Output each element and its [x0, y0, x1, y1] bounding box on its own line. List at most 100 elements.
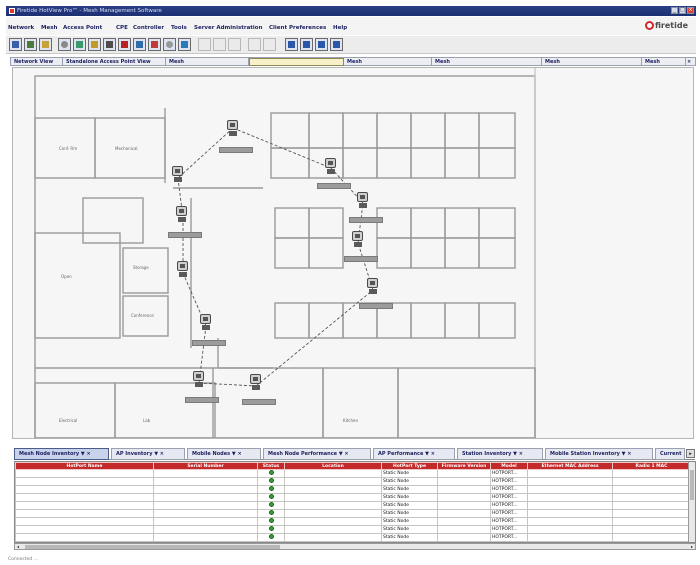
mesh-node[interactable]: [242, 374, 276, 405]
access-point-icon: [357, 192, 368, 202]
list-icon[interactable]: [263, 38, 276, 51]
status-ok-icon: [269, 470, 274, 475]
table-row[interactable]: Static Node HOTPORT...: [15, 477, 691, 486]
stop-icon[interactable]: [148, 38, 161, 51]
mesh-node[interactable]: [172, 166, 184, 182]
table-row[interactable]: Static Node HOTPORT...: [15, 525, 691, 534]
table-row[interactable]: Static Node HOTPORT...: [15, 533, 691, 542]
horizontal-scrollbar[interactable]: ◂ ▸: [14, 543, 696, 550]
menu-controller[interactable]: Controller: [133, 25, 164, 31]
grid-icon[interactable]: [9, 38, 22, 51]
table-row[interactable]: Static Node HOTPORT...: [15, 493, 691, 502]
tab-ap-inventory[interactable]: AP Inventory ▼ ×: [111, 448, 185, 460]
layout-icon[interactable]: [39, 38, 52, 51]
menu-mesh[interactable]: Mesh: [41, 25, 57, 31]
app-icon: [9, 8, 15, 14]
zoom-out-icon[interactable]: [300, 38, 313, 51]
tab-mesh-1[interactable]: Mesh: [166, 58, 249, 66]
tab-mesh-3[interactable]: Mesh: [344, 58, 432, 66]
tab-scroll-right-icon[interactable]: ▸: [686, 449, 695, 458]
scrollbar-thumb[interactable]: [25, 545, 280, 549]
menu-tools[interactable]: Tools: [171, 25, 187, 31]
column-header[interactable]: Serial Number: [153, 462, 258, 470]
ap-icon[interactable]: [103, 38, 116, 51]
table-icon[interactable]: [213, 38, 226, 51]
access-point-icon: [193, 371, 204, 381]
node-icon[interactable]: [88, 38, 101, 51]
tab-station-inventory[interactable]: Station Inventory ▼ ×: [457, 448, 543, 460]
mesh-node[interactable]: [185, 371, 219, 403]
window-title: Firetide HotView Pro™ - Mesh Management …: [17, 8, 162, 14]
maximize-icon[interactable]: □: [679, 7, 686, 14]
menu-cpe[interactable]: CPE: [116, 25, 128, 31]
tree-icon[interactable]: [24, 38, 37, 51]
tab-network-view[interactable]: Network View: [11, 58, 63, 66]
table-row[interactable]: Static Node HOTPORT...: [15, 509, 691, 518]
menu-client-preferences[interactable]: Client Preferences: [269, 25, 326, 31]
mesh-node[interactable]: [177, 261, 189, 277]
column-header[interactable]: Status: [257, 462, 285, 470]
table-row[interactable]: Static Node HOTPORT...: [15, 485, 691, 494]
column-header[interactable]: HotPort Name: [15, 462, 154, 470]
column-header[interactable]: HotPort Type: [381, 462, 438, 470]
tab-mesh-node-performance[interactable]: Mesh Node Performance ▼ ×: [263, 448, 371, 460]
close-icon[interactable]: ×: [687, 7, 694, 14]
gear-icon[interactable]: [163, 38, 176, 51]
table-icon[interactable]: [228, 38, 241, 51]
table-row[interactable]: Static Node HOTPORT...: [15, 501, 691, 510]
zoom-in-icon[interactable]: [285, 38, 298, 51]
tab-mobile-station-inventory[interactable]: Mobile Station Inventory ▼ ×: [545, 448, 653, 460]
table-row[interactable]: Static Node HOTPORT...: [15, 517, 691, 526]
menu-access-point[interactable]: Access Point: [63, 25, 102, 31]
report-icon[interactable]: [133, 38, 146, 51]
column-header[interactable]: Location: [284, 462, 382, 470]
menu-network[interactable]: Network: [8, 25, 34, 31]
logo-text: firetide: [654, 21, 688, 30]
hotport-type-cell: Static Node: [381, 533, 438, 542]
tab-mesh-node-inventory[interactable]: Mesh Node Inventory ▼ ×: [14, 448, 109, 460]
model-cell: HOTPORT...: [490, 469, 528, 478]
tab-standalone-ap-view[interactable]: Standalone Access Point View: [63, 58, 166, 66]
mesh-node[interactable]: [168, 206, 202, 238]
tab-mesh-5[interactable]: Mesh: [542, 58, 642, 66]
access-point-icon: [367, 278, 378, 288]
tab-mesh-selected[interactable]: [249, 58, 344, 66]
zoom-actual-icon[interactable]: [330, 38, 343, 51]
column-header[interactable]: Model: [490, 462, 528, 470]
node-tag: [369, 289, 377, 294]
minimize-icon[interactable]: _: [671, 7, 678, 14]
mesh-node[interactable]: [344, 231, 378, 262]
mesh-node[interactable]: [359, 278, 393, 309]
room-label: Lab: [143, 418, 151, 423]
mesh-node[interactable]: [349, 192, 383, 223]
tab-mesh-6[interactable]: Mesh: [642, 58, 686, 66]
alarm-icon[interactable]: [118, 38, 131, 51]
scroll-left-icon[interactable]: ◂: [15, 544, 21, 549]
hotport-type-cell: Static Node: [381, 469, 438, 478]
tab-mobile-nodes[interactable]: Mobile Nodes ▼ ×: [187, 448, 261, 460]
mesh-node[interactable]: [317, 158, 351, 189]
list-icon[interactable]: [248, 38, 261, 51]
scroll-right-icon[interactable]: ▸: [689, 544, 695, 549]
mesh-node[interactable]: [219, 120, 253, 153]
column-header[interactable]: Ethernet MAC Address: [527, 462, 613, 470]
mesh-node[interactable]: [192, 314, 226, 346]
menu-help[interactable]: Help: [333, 25, 347, 31]
column-header[interactable]: Radio 1 MAC: [612, 462, 691, 470]
menu-server-administration[interactable]: Server Administration: [194, 25, 263, 31]
vertical-scrollbar[interactable]: [688, 462, 695, 542]
tabs-close-icon[interactable]: ×: [686, 58, 696, 66]
tab-current[interactable]: Current: [655, 448, 685, 460]
wrench-icon[interactable]: [58, 38, 71, 51]
table-icon[interactable]: [198, 38, 211, 51]
column-header[interactable]: Firmware Version: [437, 462, 491, 470]
map-icon[interactable]: [73, 38, 86, 51]
table-row[interactable]: Static Node HOTPORT...: [15, 469, 691, 478]
floor-plan-map[interactable]: Conf. Rm Mechanical Storage Conference O…: [12, 67, 694, 439]
tab-mesh-4[interactable]: Mesh: [432, 58, 542, 66]
table-header-row: HotPort Name Serial Number Status Locati…: [15, 462, 691, 470]
zoom-fit-icon[interactable]: [315, 38, 328, 51]
status-text: Connected ...: [8, 557, 38, 562]
save-icon[interactable]: [178, 38, 191, 51]
tab-ap-performance[interactable]: AP Performance ▼ ×: [373, 448, 455, 460]
